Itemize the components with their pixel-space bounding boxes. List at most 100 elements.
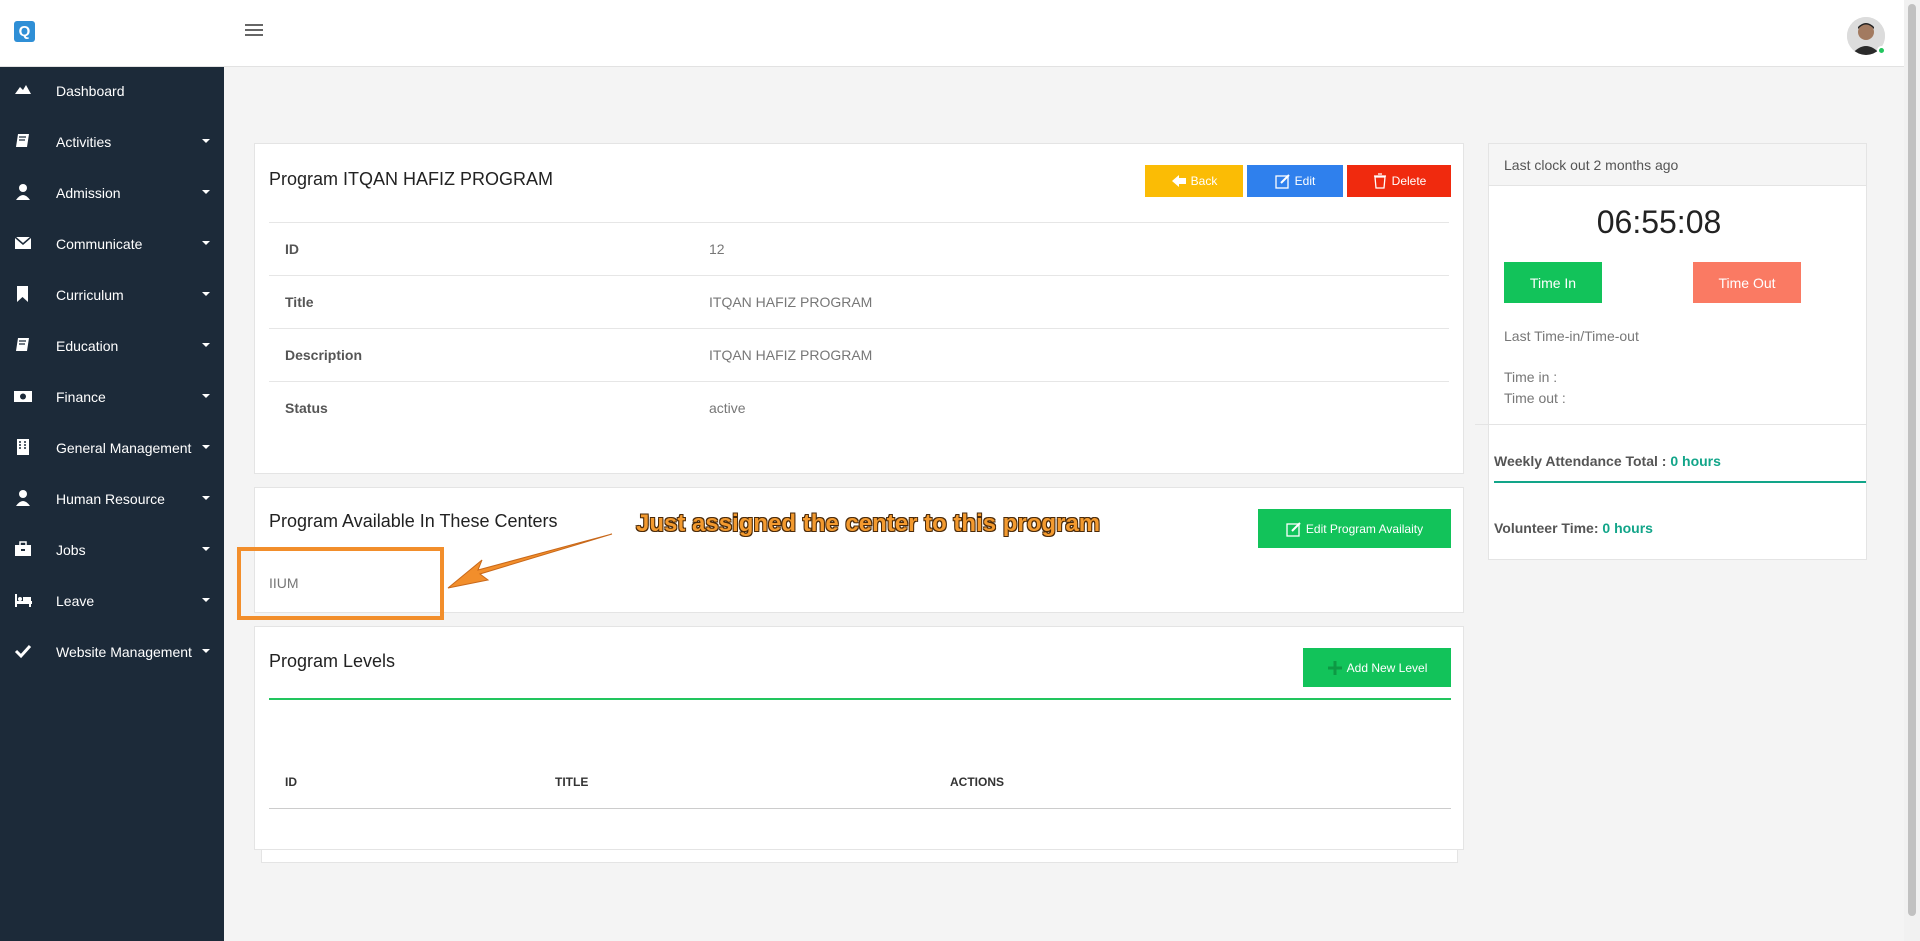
annotation-callout: Just assigned the center to this program (636, 510, 1101, 537)
back-button[interactable]: Back (1145, 165, 1243, 197)
time-out-label: Time out : (1504, 390, 1566, 406)
column-header-id[interactable]: ID (285, 775, 297, 789)
chevron-down-icon (202, 394, 210, 398)
column-header-actions[interactable]: ACTIONS (950, 775, 1004, 789)
sidebar-item-label: Education (56, 338, 119, 354)
edit-program-availability-label: Edit Program Availaity (1305, 521, 1424, 536)
time-out-button[interactable]: Time Out (1693, 262, 1801, 303)
volunteer-time: Volunteer Time: 0 hours (1494, 520, 1653, 536)
detail-value: active (709, 400, 746, 416)
sidebar-item-label: General Management (56, 440, 192, 456)
clock-header: Last clock out 2 months ago (1489, 144, 1866, 186)
detail-key: ID (285, 241, 299, 257)
sidebar-item-label: Curriculum (56, 287, 124, 303)
sidebar-item-curriculum[interactable]: Curriculum (0, 275, 224, 315)
program-details-card: Program ITQAN HAFIZ PROGRAM Back Edit De… (254, 143, 1464, 474)
detail-value: ITQAN HAFIZ PROGRAM (709, 294, 873, 310)
sidebar-item-label: Communicate (56, 236, 143, 252)
sidebar-item-leave[interactable]: Leave (0, 581, 224, 621)
top-bar: Q (0, 0, 1904, 67)
sidebar-item-label: Dashboard (56, 83, 125, 99)
chevron-down-icon (202, 496, 210, 500)
sidebar-item-label: Website Management (56, 644, 192, 660)
sidebar-item-label: Human Resource (56, 491, 165, 507)
sidebar-item-general-management[interactable]: General Management (0, 428, 224, 468)
volunteer-time-value: 0 hours (1602, 520, 1653, 536)
sidebar-item-label: Jobs (56, 542, 86, 558)
chevron-down-icon (202, 649, 210, 653)
sidebar-item-label: Admission (56, 185, 121, 201)
chevron-down-icon (202, 445, 210, 449)
annotation-highlight-box (237, 547, 444, 620)
column-header-title[interactable]: TITLE (555, 775, 588, 789)
card-shadow-edge (261, 850, 1458, 863)
annotation-arrow-icon (447, 533, 613, 589)
sidebar-item-website-management[interactable]: Website Management (0, 632, 224, 672)
edit-button[interactable]: Edit (1247, 165, 1343, 197)
user-icon (14, 183, 32, 201)
clock-divider (1475, 424, 1867, 425)
trash-icon (1373, 173, 1386, 189)
clock-card: Last clock out 2 months ago 06:55:08 Tim… (1475, 143, 1867, 560)
sidebar-item-communicate[interactable]: Communicate (0, 224, 224, 264)
edit-icon (1286, 521, 1301, 537)
book-icon (14, 336, 32, 354)
detail-key: Title (285, 294, 314, 310)
detail-row-title: Title ITQAN HAFIZ PROGRAM (269, 275, 1449, 328)
chevron-down-icon (202, 139, 210, 143)
volunteer-time-label: Volunteer Time: (1494, 520, 1599, 536)
delete-button[interactable]: Delete (1347, 165, 1451, 197)
sidebar-item-label: Leave (56, 593, 95, 609)
add-new-level-button[interactable]: Add New Level (1303, 648, 1451, 687)
arrow-left-icon (1171, 175, 1186, 187)
time-in-button[interactable]: Time In (1504, 262, 1602, 303)
money-icon (14, 387, 32, 405)
edit-button-label: Edit (1294, 174, 1316, 188)
bookmark-icon (14, 285, 32, 303)
clock-time: 06:55:08 (1596, 204, 1722, 240)
weekly-attendance: Weekly Attendance Total : 0 hours (1494, 453, 1721, 469)
detail-row-status: Status active (269, 381, 1449, 434)
add-new-level-label: Add New Level (1346, 660, 1428, 675)
levels-divider (269, 698, 1451, 700)
menu-toggle-icon[interactable] (245, 24, 263, 38)
page-scrollbar[interactable] (1904, 0, 1920, 941)
building-icon (14, 438, 32, 456)
sidebar: Dashboard Activities Admission Communica… (0, 67, 224, 941)
app-logo[interactable]: Q (14, 21, 35, 42)
bed-icon (14, 591, 32, 609)
program-levels-card: Program Levels Add New Level ID TITLE AC… (254, 626, 1464, 850)
plus-icon (1327, 660, 1342, 675)
sidebar-item-education[interactable]: Education (0, 326, 224, 366)
weekly-attendance-value: 0 hours (1670, 453, 1721, 469)
sidebar-item-jobs[interactable]: Jobs (0, 530, 224, 570)
chevron-down-icon (202, 190, 210, 194)
sidebar-item-dashboard[interactable]: Dashboard (0, 71, 224, 111)
chevron-down-icon (202, 598, 210, 602)
edit-program-availability-button[interactable]: Edit Program Availaity (1258, 509, 1451, 548)
time-in-label: Time in : (1504, 369, 1558, 385)
chevron-down-icon (202, 241, 210, 245)
weekly-attendance-label: Weekly Attendance Total : (1494, 453, 1667, 469)
sidebar-item-human-resource[interactable]: Human Resource (0, 479, 224, 519)
chevron-down-icon (202, 547, 210, 551)
edit-icon (1275, 174, 1290, 189)
sidebar-item-finance[interactable]: Finance (0, 377, 224, 417)
sidebar-item-admission[interactable]: Admission (0, 173, 224, 213)
last-time-in-out-label: Last Time-in/Time-out (1504, 328, 1639, 344)
check-icon (14, 642, 32, 660)
scrollbar-thumb[interactable] (1908, 4, 1916, 916)
online-status-badge (1877, 46, 1886, 55)
user-icon (14, 489, 32, 507)
detail-value: 12 (709, 241, 725, 257)
envelope-icon (14, 234, 32, 252)
table-header-border (269, 808, 1451, 809)
page-title: Program ITQAN HAFIZ PROGRAM (269, 169, 554, 189)
chevron-down-icon (202, 343, 210, 347)
centers-title: Program Available In These Centers (269, 511, 558, 531)
dashboard-icon (14, 81, 32, 99)
chevron-down-icon (202, 292, 210, 296)
sidebar-item-activities[interactable]: Activities (0, 122, 224, 162)
delete-button-label: Delete (1391, 174, 1427, 188)
sidebar-item-label: Activities (56, 134, 112, 150)
